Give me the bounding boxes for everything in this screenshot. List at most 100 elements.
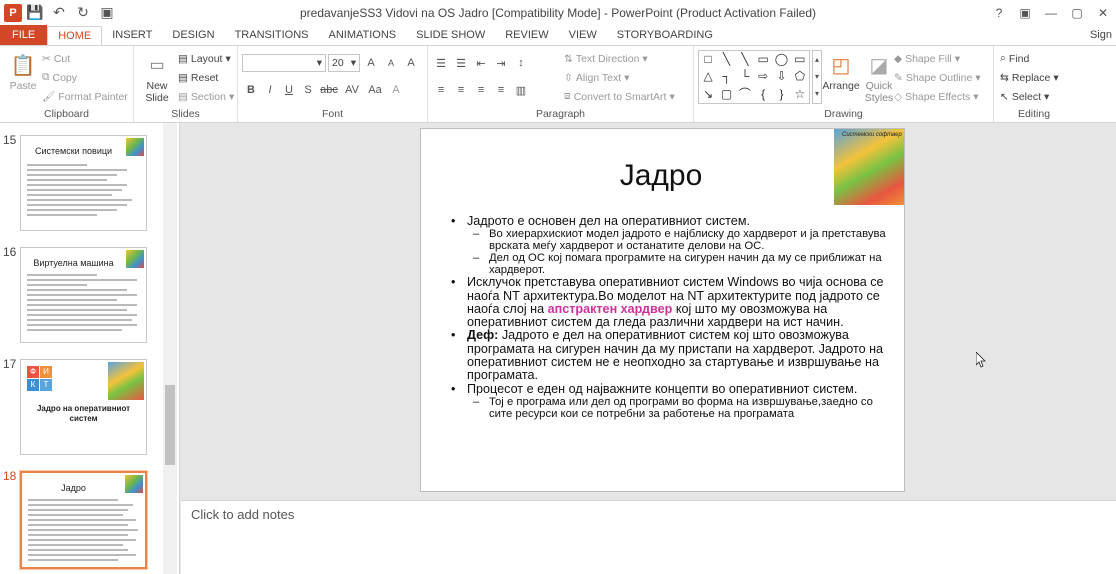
align-text-button[interactable]: ⇳ Align Text ▾ bbox=[564, 68, 675, 87]
notes-pane[interactable]: Click to add notes bbox=[181, 500, 1116, 574]
tab-design[interactable]: DESIGN bbox=[162, 25, 224, 45]
new-slide-button[interactable]: ▭ New Slide bbox=[138, 50, 176, 104]
font-color-button[interactable]: A bbox=[387, 81, 405, 99]
cut-button[interactable]: ✂ Cut bbox=[42, 49, 128, 68]
shape-gallery-item[interactable]: ▢ bbox=[717, 86, 735, 103]
select-cursor-icon: ↖ bbox=[1000, 90, 1009, 103]
align-right-icon[interactable]: ≡ bbox=[472, 81, 490, 99]
start-presentation-icon[interactable]: ▣ bbox=[96, 2, 118, 24]
shape-gallery-item[interactable]: ↘ bbox=[699, 86, 717, 103]
slide-canvas[interactable]: Јадро Системски софтвер Јадрото е основе… bbox=[420, 128, 905, 492]
tab-view[interactable]: VIEW bbox=[559, 25, 607, 45]
shadow-button[interactable]: S bbox=[299, 81, 317, 99]
tab-slide-show[interactable]: SLIDE SHOW bbox=[406, 25, 495, 45]
minimize-button[interactable]: — bbox=[1038, 0, 1064, 25]
tab-review[interactable]: REVIEW bbox=[495, 25, 558, 45]
gallery-scroll[interactable]: ▴ ▾ ▾ bbox=[812, 50, 822, 104]
shape-gallery-item[interactable]: ⬠ bbox=[791, 68, 809, 85]
columns-icon[interactable]: ▥ bbox=[512, 81, 530, 99]
thumbnail-scrollbar[interactable] bbox=[163, 123, 177, 574]
chevron-down-icon: ▾ bbox=[642, 52, 648, 65]
slide-title[interactable]: Јадро bbox=[541, 159, 781, 193]
shape-gallery-item[interactable]: ▭ bbox=[754, 51, 772, 68]
shape-fill-button[interactable]: ◆ Shape Fill ▾ bbox=[894, 49, 981, 68]
shapes-gallery[interactable]: □ ╲ ╲ ▭ ◯ ▭ △ ┐ └ ⇨ ⇩ ⬠ ↘ ▢ ⌒{} ☆ bbox=[698, 50, 810, 104]
shape-gallery-item[interactable]: ☆ bbox=[791, 86, 809, 103]
clear-formatting-button[interactable]: A bbox=[402, 54, 420, 72]
grow-font-button[interactable]: A bbox=[362, 54, 380, 72]
shape-gallery-item[interactable]: △ bbox=[699, 68, 717, 85]
shape-gallery-item[interactable]: □ bbox=[699, 51, 717, 68]
thumbnail-number: 16 bbox=[3, 245, 17, 259]
chevron-down-icon: ▾ bbox=[350, 57, 356, 69]
slide-thumbnail-17[interactable]: Ф И К Т Јадро на оперативниот систем bbox=[20, 359, 147, 455]
italic-button[interactable]: I bbox=[261, 81, 279, 99]
align-left-icon[interactable]: ≡ bbox=[432, 81, 450, 99]
slides-group-label: Slides bbox=[171, 108, 200, 120]
text-direction-button[interactable]: ⇅ Text Direction ▾ bbox=[564, 49, 675, 68]
justify-icon[interactable]: ≡ bbox=[492, 81, 510, 99]
select-button[interactable]: ↖ Select ▾ bbox=[1000, 87, 1059, 106]
scrollbar-thumb[interactable] bbox=[165, 385, 175, 465]
quick-styles-button[interactable]: ◪ Quick Styles bbox=[860, 50, 898, 105]
increase-indent-icon[interactable]: ⇥ bbox=[492, 54, 510, 72]
slide-content[interactable]: Јадрото е основен дел на оперативниот си… bbox=[449, 214, 889, 420]
find-button[interactable]: ⌕ Find bbox=[1000, 49, 1059, 68]
bold-button[interactable]: B bbox=[242, 81, 260, 99]
thumbnail-image bbox=[126, 138, 144, 156]
decrease-indent-icon[interactable]: ⇤ bbox=[472, 54, 490, 72]
shape-gallery-item[interactable]: ╲ bbox=[736, 51, 754, 68]
tab-home[interactable]: HOME bbox=[47, 26, 103, 46]
tab-transitions[interactable]: TRANSITIONS bbox=[225, 25, 319, 45]
convert-to-smartart-button[interactable]: ⧈ Convert to SmartArt ▾ bbox=[564, 87, 675, 106]
font-name-combo[interactable]: ▾ bbox=[242, 54, 326, 72]
shape-gallery-item[interactable]: ┐ bbox=[717, 68, 735, 85]
shape-gallery-item[interactable]: ◯ bbox=[772, 51, 790, 68]
tab-file[interactable]: FILE bbox=[0, 25, 48, 45]
save-icon[interactable]: 💾 bbox=[24, 2, 46, 24]
change-case-button[interactable]: Aa bbox=[364, 81, 386, 99]
undo-icon[interactable]: ↶ bbox=[48, 2, 70, 24]
line-spacing-icon[interactable]: ↕ bbox=[512, 54, 530, 72]
tab-insert[interactable]: INSERT bbox=[102, 25, 162, 45]
font-size-combo[interactable]: 20 ▾ bbox=[328, 54, 360, 72]
paste-button[interactable]: 📋 Paste bbox=[4, 50, 42, 93]
help-button[interactable]: ? bbox=[986, 0, 1012, 25]
align-center-icon[interactable]: ≡ bbox=[452, 81, 470, 99]
replace-button[interactable]: ⇆ Replace ▾ bbox=[1000, 68, 1059, 87]
arrange-button[interactable]: ◰ Arrange bbox=[822, 50, 860, 93]
slide-thumbnail-16[interactable]: Виртуелна машина bbox=[20, 247, 147, 343]
tab-storyboarding[interactable]: STORYBOARDING bbox=[607, 25, 723, 45]
copy-button[interactable]: ⧉ Copy bbox=[42, 68, 128, 87]
reset-button[interactable]: ▤ Reset bbox=[178, 68, 234, 87]
notes-placeholder: Click to add notes bbox=[191, 507, 295, 522]
layout-button[interactable]: ▤ Layout ▾ bbox=[178, 49, 234, 68]
numbering-icon[interactable]: ☰ bbox=[452, 54, 470, 72]
slide-thumbnail-15[interactable]: Системски повици bbox=[20, 135, 147, 231]
shape-gallery-item[interactable]: ⇨ bbox=[754, 68, 772, 85]
shape-gallery-item[interactable]: ⌒ bbox=[736, 86, 754, 103]
shape-effects-button[interactable]: ◇ Shape Effects ▾ bbox=[894, 87, 981, 106]
underline-button[interactable]: U bbox=[280, 81, 298, 99]
strikethrough-button[interactable]: abc bbox=[318, 81, 340, 99]
tab-animations[interactable]: ANIMATIONS bbox=[319, 25, 407, 45]
shape-gallery-item[interactable]: └ bbox=[736, 68, 754, 85]
shape-gallery-item[interactable]: ╲ bbox=[717, 51, 735, 68]
shape-gallery-item[interactable]: } bbox=[772, 86, 790, 103]
section-button[interactable]: ▤ Section ▾ bbox=[178, 87, 234, 106]
shape-gallery-item[interactable]: ▭ bbox=[791, 51, 809, 68]
ribbon-display-options-icon[interactable]: ▣ bbox=[1012, 0, 1038, 25]
sign-in-link[interactable]: Sign bbox=[1090, 25, 1116, 45]
close-button[interactable]: ✕ bbox=[1090, 0, 1116, 25]
shrink-font-button[interactable]: A bbox=[382, 54, 400, 72]
character-spacing-button[interactable]: AV bbox=[341, 81, 363, 99]
restore-button[interactable]: ▢ bbox=[1064, 0, 1090, 25]
bullets-icon[interactable]: ☰ bbox=[432, 54, 450, 72]
shape-gallery-item[interactable]: ⇩ bbox=[772, 68, 790, 85]
font-group: ▾ 20 ▾ A A A B I U S abc AV Aa A Font bbox=[238, 46, 428, 122]
format-painter-button[interactable]: 🖌 Format Painter bbox=[42, 87, 128, 106]
redo-icon[interactable]: ↻ bbox=[72, 2, 94, 24]
shape-outline-button[interactable]: ✎ Shape Outline ▾ bbox=[894, 68, 981, 87]
slide-thumbnail-18-selected[interactable]: Јадро bbox=[19, 470, 148, 570]
shape-gallery-item[interactable]: { bbox=[754, 86, 772, 103]
